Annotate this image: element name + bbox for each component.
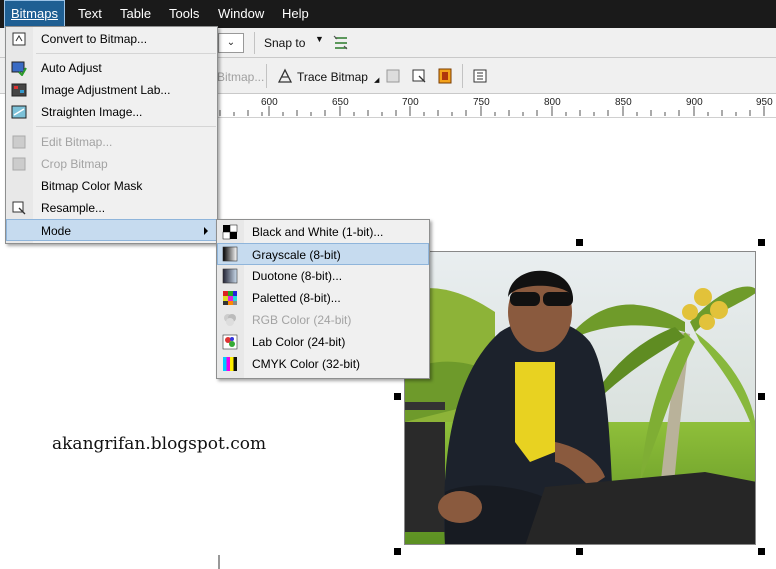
bitmaps-dropdown-menu: Convert to Bitmap... Auto Adjust Image A…: [5, 26, 218, 244]
grayscale-icon: [222, 246, 238, 262]
menu-item-straighten-image[interactable]: Straighten Image...: [6, 101, 217, 123]
horizontal-ruler: 600 650 700 750 800 850 900 950: [218, 94, 776, 118]
menu-item-label: Straighten Image...: [41, 105, 143, 119]
menu-item-label: Image Adjustment Lab...: [41, 83, 171, 97]
page-edge-line: [218, 555, 220, 569]
menu-item-label: Grayscale (8-bit): [252, 248, 341, 262]
edit-bitmap-button[interactable]: Bitmap...: [217, 70, 264, 84]
menu-table[interactable]: Table: [114, 0, 157, 28]
bitmap-frame-icon[interactable]: [436, 67, 454, 85]
menu-item-label: Edit Bitmap...: [41, 135, 113, 149]
divider: [266, 64, 267, 88]
menu-item-paletted[interactable]: Paletted (8-bit)...: [217, 287, 429, 309]
adjustment-lab-icon: [11, 83, 27, 97]
snap-dropdown-arrow[interactable]: ▼: [315, 34, 324, 44]
selection-handle[interactable]: [394, 548, 401, 555]
menu-tools[interactable]: Tools: [163, 0, 205, 28]
mode-submenu: Black and White (1-bit)... Grayscale (8-…: [216, 219, 430, 379]
menu-separator: [36, 126, 216, 127]
selection-handle[interactable]: [758, 239, 765, 246]
black-white-icon: [222, 224, 238, 240]
divider: [462, 64, 463, 88]
menu-item-label: Auto Adjust: [41, 61, 102, 75]
auto-adjust-icon: [11, 61, 27, 76]
paletted-icon: [223, 291, 237, 305]
crop-bitmap-icon: [12, 157, 26, 171]
menu-window[interactable]: Window: [212, 0, 270, 28]
menu-item-label: RGB Color (24-bit): [252, 313, 352, 327]
menu-separator: [36, 53, 216, 54]
trace-bitmap-button[interactable]: Trace Bitmap: [297, 70, 368, 84]
watermark-text: akangrifan.blogspot.com: [52, 434, 267, 454]
resample-icon: [12, 201, 26, 215]
resample-icon[interactable]: [410, 67, 428, 85]
menu-item-label: Black and White (1-bit)...: [252, 225, 384, 239]
cmyk-icon: [223, 357, 237, 371]
menu-item-rgb-color[interactable]: RGB Color (24-bit): [217, 309, 429, 331]
crop-icon[interactable]: [384, 67, 402, 85]
ruler-label: 700: [402, 97, 419, 108]
edit-bitmap-icon: [12, 135, 26, 149]
ruler-label: 600: [261, 97, 278, 108]
menu-item-label: Duotone (8-bit)...: [252, 269, 343, 283]
menu-item-label: Bitmap Color Mask: [41, 179, 143, 193]
menu-item-auto-adjust[interactable]: Auto Adjust: [6, 57, 217, 79]
menu-item-duotone[interactable]: Duotone (8-bit)...: [217, 265, 429, 287]
menu-item-label: Resample...: [41, 201, 106, 215]
menu-text[interactable]: Text: [72, 0, 108, 28]
trace-bitmap-icon: [277, 68, 293, 83]
divider: [254, 32, 255, 54]
menu-item-resample[interactable]: Resample...: [6, 197, 217, 219]
menu-bar: Bitmaps Text Table Tools Window Help: [0, 0, 776, 28]
ruler-label: 850: [615, 97, 632, 108]
menu-item-bitmap-color-mask[interactable]: Bitmap Color Mask: [6, 175, 217, 197]
selection-handle[interactable]: [758, 393, 765, 400]
menu-item-label: Mode: [41, 224, 72, 238]
snap-options-icon[interactable]: [332, 34, 350, 52]
menu-item-label: CMYK Color (32-bit): [252, 357, 361, 371]
canvas-left-area[interactable]: [0, 240, 218, 569]
ruler-label: 750: [473, 97, 490, 108]
menu-item-lab-color[interactable]: Lab Color (24-bit): [217, 331, 429, 353]
menu-item-convert-to-bitmap[interactable]: Convert to Bitmap...: [6, 28, 217, 50]
menu-item-label: Crop Bitmap: [41, 157, 108, 171]
selected-photo[interactable]: [404, 251, 756, 545]
straighten-icon: [11, 105, 27, 119]
menu-item-black-and-white[interactable]: Black and White (1-bit)...: [217, 221, 429, 243]
menu-item-crop-bitmap[interactable]: Crop Bitmap: [6, 153, 217, 175]
snap-to-button[interactable]: Snap to: [264, 36, 305, 50]
menu-item-label: Paletted (8-bit)...: [252, 291, 341, 305]
dropdown-chevron[interactable]: ⌄: [218, 33, 244, 53]
photo-image: [405, 252, 755, 544]
selection-handle[interactable]: [576, 239, 583, 246]
menu-item-mode[interactable]: Mode: [6, 219, 217, 241]
options-icon[interactable]: [472, 67, 490, 85]
menu-bitmaps[interactable]: Bitmaps: [4, 0, 65, 28]
selection-handle[interactable]: [394, 393, 401, 400]
ruler-label: 650: [332, 97, 349, 108]
duotone-icon: [222, 268, 238, 284]
lab-color-icon: [222, 334, 238, 350]
ruler-label: 800: [544, 97, 561, 108]
ruler-label: 950: [756, 97, 773, 108]
ruler-label: 900: [686, 97, 703, 108]
menu-item-image-adjustment-lab[interactable]: Image Adjustment Lab...: [6, 79, 217, 101]
menu-item-grayscale[interactable]: Grayscale (8-bit): [217, 243, 429, 265]
menu-item-edit-bitmap[interactable]: Edit Bitmap...: [6, 131, 217, 153]
menu-item-cmyk-color[interactable]: CMYK Color (32-bit): [217, 353, 429, 375]
menu-item-label: Convert to Bitmap...: [41, 32, 148, 46]
menu-help[interactable]: Help: [276, 0, 315, 28]
menu-item-label: Lab Color (24-bit): [252, 335, 346, 349]
trace-dropdown-arrow[interactable]: ◢: [374, 76, 379, 84]
convert-bitmap-icon: [12, 32, 26, 46]
rgb-icon: [224, 314, 236, 326]
selection-handle[interactable]: [758, 548, 765, 555]
submenu-arrow-icon: [204, 227, 208, 235]
selection-handle[interactable]: [576, 548, 583, 555]
